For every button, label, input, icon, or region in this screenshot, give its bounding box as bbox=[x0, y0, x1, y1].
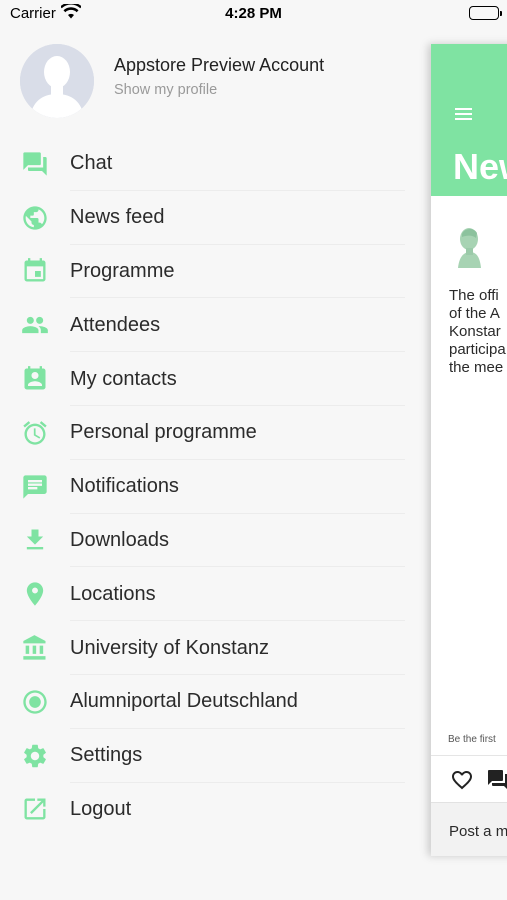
menu-item-label: News feed bbox=[70, 206, 165, 229]
menu-item-label: My contacts bbox=[70, 367, 177, 390]
menu-item-alumniportal-deutschland[interactable]: Alumniportal Deutschland bbox=[0, 675, 405, 729]
post-text-line: The offi bbox=[449, 287, 499, 304]
post-text-line: Konstar bbox=[449, 323, 501, 340]
clock: 4:28 PM bbox=[225, 5, 282, 22]
menu-item-label: Attendees bbox=[70, 313, 161, 336]
menu-item-label: Logout bbox=[70, 797, 132, 820]
alarm-clock-icon bbox=[20, 418, 50, 448]
post-author-avatar[interactable] bbox=[453, 224, 487, 270]
post-text: The offi of the A Konstar participa the … bbox=[449, 287, 506, 377]
menu-item-personal-programme[interactable]: Personal programme bbox=[0, 406, 405, 460]
chat-icon bbox=[20, 149, 50, 179]
be-first-to-like-label: Be the first bbox=[448, 734, 496, 745]
menu-item-label: Downloads bbox=[70, 528, 169, 551]
download-icon bbox=[20, 525, 50, 555]
calendar-icon bbox=[20, 256, 50, 286]
menu-item-label: Settings bbox=[70, 744, 143, 767]
menu-item-notifications[interactable]: Notifications bbox=[0, 460, 405, 514]
menu-item-label: Programme bbox=[70, 259, 175, 282]
page-title: New bbox=[453, 146, 507, 187]
menu-item-settings[interactable]: Settings bbox=[0, 729, 405, 783]
contact-book-icon bbox=[20, 364, 50, 394]
gear-icon bbox=[20, 741, 50, 771]
post-text-line: of the A bbox=[449, 305, 500, 322]
profile-name: Appstore Preview Account bbox=[114, 55, 325, 75]
post-message-bar[interactable]: Post a m bbox=[431, 802, 507, 856]
menu-item-attendees[interactable]: Attendees bbox=[0, 298, 405, 352]
avatar bbox=[20, 44, 94, 118]
show-profile-link[interactable]: Show my profile bbox=[114, 82, 217, 98]
hamburger-menu-icon[interactable] bbox=[455, 108, 472, 123]
globe-icon bbox=[20, 203, 50, 233]
people-icon bbox=[20, 310, 50, 340]
battery-icon bbox=[469, 6, 502, 20]
menu-item-programme[interactable]: Programme bbox=[0, 245, 405, 299]
post-text-line: participa bbox=[449, 341, 506, 358]
menu-item-news-feed[interactable]: News feed bbox=[0, 191, 405, 245]
menu-item-label: University of Konstanz bbox=[70, 636, 269, 659]
news-feed-header: New bbox=[431, 44, 507, 196]
bust-portrait-icon bbox=[458, 228, 481, 268]
location-pin-icon bbox=[20, 579, 50, 609]
divider bbox=[431, 755, 507, 756]
person-silhouette-icon bbox=[20, 44, 94, 118]
message-icon bbox=[20, 472, 50, 502]
menu-item-downloads[interactable]: Downloads bbox=[0, 514, 405, 568]
menu-item-label: Notifications bbox=[70, 475, 179, 498]
external-link-icon bbox=[20, 794, 50, 824]
radio-button-icon bbox=[20, 687, 50, 717]
institution-icon bbox=[20, 633, 50, 663]
profile-header[interactable]: Appstore Preview Account Show my profile bbox=[20, 44, 420, 118]
menu-item-label: Personal programme bbox=[70, 421, 257, 444]
heart-icon[interactable] bbox=[450, 768, 474, 797]
news-feed-panel[interactable]: New The offi of the A Konstar participa … bbox=[431, 44, 507, 856]
menu-item-my-contacts[interactable]: My contacts bbox=[0, 352, 405, 406]
menu-item-chat[interactable]: Chat bbox=[0, 137, 405, 191]
post-text-line: the mee bbox=[449, 359, 504, 376]
menu-item-label: Alumniportal Deutschland bbox=[70, 690, 298, 713]
menu-item-label: Chat bbox=[70, 152, 113, 175]
menu-item-locations[interactable]: Locations bbox=[0, 567, 405, 621]
post-message-prompt[interactable]: Post a m bbox=[449, 823, 507, 840]
status-bar: Carrier 4:28 PM bbox=[0, 0, 507, 30]
side-menu: Chat News feed Programme Attendees My co… bbox=[0, 137, 405, 836]
menu-item-logout[interactable]: Logout bbox=[0, 783, 405, 837]
menu-item-university-of-konstanz[interactable]: University of Konstanz bbox=[0, 621, 405, 675]
comments-icon[interactable] bbox=[485, 768, 507, 797]
menu-item-label: Locations bbox=[70, 582, 156, 605]
